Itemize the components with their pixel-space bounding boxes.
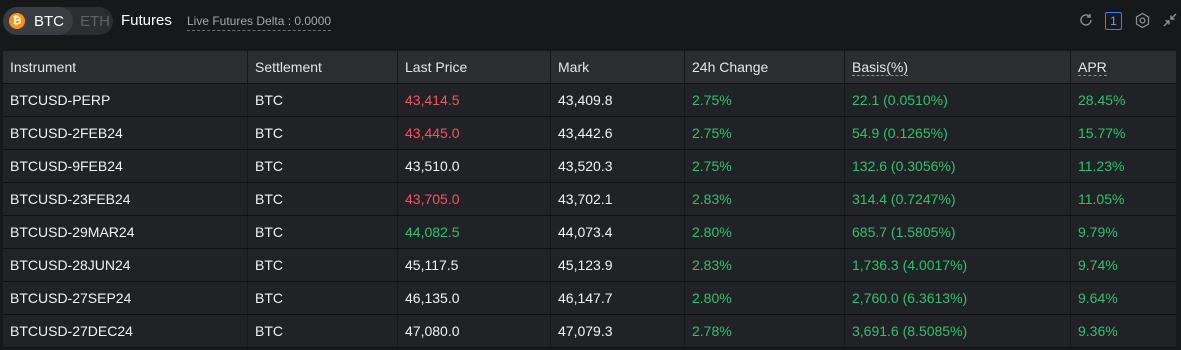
cell-mark: 47,079.3 [551, 315, 685, 347]
cell-last-price: 47,080.0 [398, 315, 551, 347]
cell-apr: 9.36% [1078, 323, 1118, 339]
cell-24h-change: 2.80% [685, 216, 845, 248]
table-row[interactable]: BTCUSD-PERP BTC 43,414.5 43,409.8 2.75% 22.1 … [3, 84, 1176, 117]
bitcoin-icon: ₿ [9, 13, 25, 29]
cell-settlement: BTC [248, 150, 398, 182]
cell-apr: 9.79% [1078, 224, 1118, 240]
table-row[interactable]: BTCUSD-2FEB24 BTC 43,445.0 43,442.6 2.75% 54.… [3, 117, 1176, 150]
cell-24h-change: 2.80% [685, 282, 845, 314]
coin-switch[interactable]: ₿ BTC ETH [3, 7, 113, 35]
cell-24h-change: 2.78% [685, 315, 845, 347]
cell-instrument: BTCUSD-27DEC24 [3, 315, 248, 347]
cell-settlement: BTC [248, 183, 398, 215]
header-apr-label: APR [1078, 59, 1107, 76]
section-title: Futures [121, 12, 172, 29]
live-futures-delta[interactable]: Live Futures Delta : 0.0000 [187, 14, 332, 31]
refresh-icon[interactable] [1077, 12, 1095, 30]
cell-last-price: 44,082.5 [398, 216, 551, 248]
cell-settlement: BTC [248, 84, 398, 116]
cell-24h-change: 2.83% [685, 183, 845, 215]
cell-last-price: 43,445.0 [398, 117, 551, 149]
cell-instrument: BTCUSD-2FEB24 [3, 117, 248, 149]
cell-apr: 9.74% [1078, 257, 1118, 273]
cell-24h-change: 2.75% [685, 150, 845, 182]
cell-settlement: BTC [248, 117, 398, 149]
cell-mark: 46,147.7 [551, 282, 685, 314]
header-basis[interactable]: Basis(%) [845, 51, 1071, 83]
cell-24h-change: 2.83% [685, 249, 845, 281]
cell-mark: 43,702.1 [551, 183, 685, 215]
cell-basis: 54.9 (0.1265%) [845, 117, 1071, 149]
table-row[interactable]: BTCUSD-29MAR24 BTC 44,082.5 44,073.4 2.80% 68… [3, 216, 1176, 249]
cell-basis: 2,760.0 (6.3613%) [845, 282, 1071, 314]
settings-icon[interactable] [1133, 12, 1151, 30]
cell-basis: 22.1 (0.0510%) [845, 84, 1071, 116]
btc-tab[interactable]: ₿ BTC [3, 7, 73, 35]
cell-24h-change: 2.75% [685, 84, 845, 116]
cell-apr: 11.23% [1078, 158, 1125, 174]
table-header-row: Instrument Settlement Last Price Mark 24… [3, 51, 1176, 84]
table-row[interactable]: BTCUSD-9FEB24 BTC 43,510.0 43,520.3 2.75% 132… [3, 150, 1176, 183]
header-last-price[interactable]: Last Price [398, 51, 551, 83]
header-apr[interactable]: APR [1071, 51, 1176, 83]
header-mark[interactable]: Mark [551, 51, 685, 83]
cell-basis: 3,691.6 (8.5085%) [845, 315, 1071, 347]
cell-instrument: BTCUSD-29MAR24 [3, 216, 248, 248]
cell-mark: 45,123.9 [551, 249, 685, 281]
table-row[interactable]: BTCUSD-23FEB24 BTC 43,705.0 43,702.1 2.83% 31… [3, 183, 1176, 216]
cell-instrument: BTCUSD-28JUN24 [3, 249, 248, 281]
table-row[interactable]: BTCUSD-27SEP24 BTC 46,135.0 46,147.7 2.80% 2,… [3, 282, 1176, 315]
cell-last-price: 43,414.5 [398, 84, 551, 116]
layout-count-badge[interactable]: 1 [1105, 12, 1122, 30]
cell-apr: 28.45% [1078, 92, 1126, 108]
futures-table: Instrument Settlement Last Price Mark 24… [3, 51, 1176, 348]
header-instrument[interactable]: Instrument [3, 51, 248, 83]
cell-basis: 132.6 (0.3056%) [845, 150, 1071, 182]
cell-settlement: BTC [248, 216, 398, 248]
table-row[interactable]: BTCUSD-28JUN24 BTC 45,117.5 45,123.9 2.83% 1,… [3, 249, 1176, 282]
cell-mark: 43,409.8 [551, 84, 685, 116]
cell-apr: 9.64% [1078, 290, 1118, 306]
header-basis-label: Basis(%) [852, 59, 909, 76]
cell-last-price: 45,117.5 [398, 249, 551, 281]
cell-settlement: BTC [248, 315, 398, 347]
cell-basis: 1,736.3 (4.0017%) [845, 249, 1071, 281]
collapse-icon[interactable] [1161, 12, 1179, 30]
cell-instrument: BTCUSD-27SEP24 [3, 282, 248, 314]
cell-apr: 15.77% [1078, 125, 1126, 141]
eth-tab[interactable]: ETH [80, 13, 110, 30]
cell-24h-change: 2.75% [685, 117, 845, 149]
cell-apr: 11.05% [1078, 191, 1125, 207]
cell-mark: 43,520.3 [551, 150, 685, 182]
table-row[interactable]: BTCUSD-27DEC24 BTC 47,080.0 47,079.3 2.78% 3,… [3, 315, 1176, 348]
cell-instrument: BTCUSD-23FEB24 [3, 183, 248, 215]
cell-last-price: 43,705.0 [398, 183, 551, 215]
cell-basis: 314.4 (0.7247%) [845, 183, 1071, 215]
cell-instrument: BTCUSD-PERP [3, 84, 248, 116]
cell-mark: 44,073.4 [551, 216, 685, 248]
btc-tab-label: BTC [34, 13, 64, 30]
cell-mark: 43,442.6 [551, 117, 685, 149]
header-24h-change[interactable]: 24h Change [685, 51, 845, 83]
top-toolbar: ₿ BTC ETH Futures Live Futures Delta : 0… [0, 0, 1181, 42]
cell-last-price: 46,135.0 [398, 282, 551, 314]
cell-last-price: 43,510.0 [398, 150, 551, 182]
cell-settlement: BTC [248, 249, 398, 281]
cell-basis: 685.7 (1.5805%) [845, 216, 1071, 248]
header-settlement[interactable]: Settlement [248, 51, 398, 83]
cell-settlement: BTC [248, 282, 398, 314]
cell-instrument: BTCUSD-9FEB24 [3, 150, 248, 182]
